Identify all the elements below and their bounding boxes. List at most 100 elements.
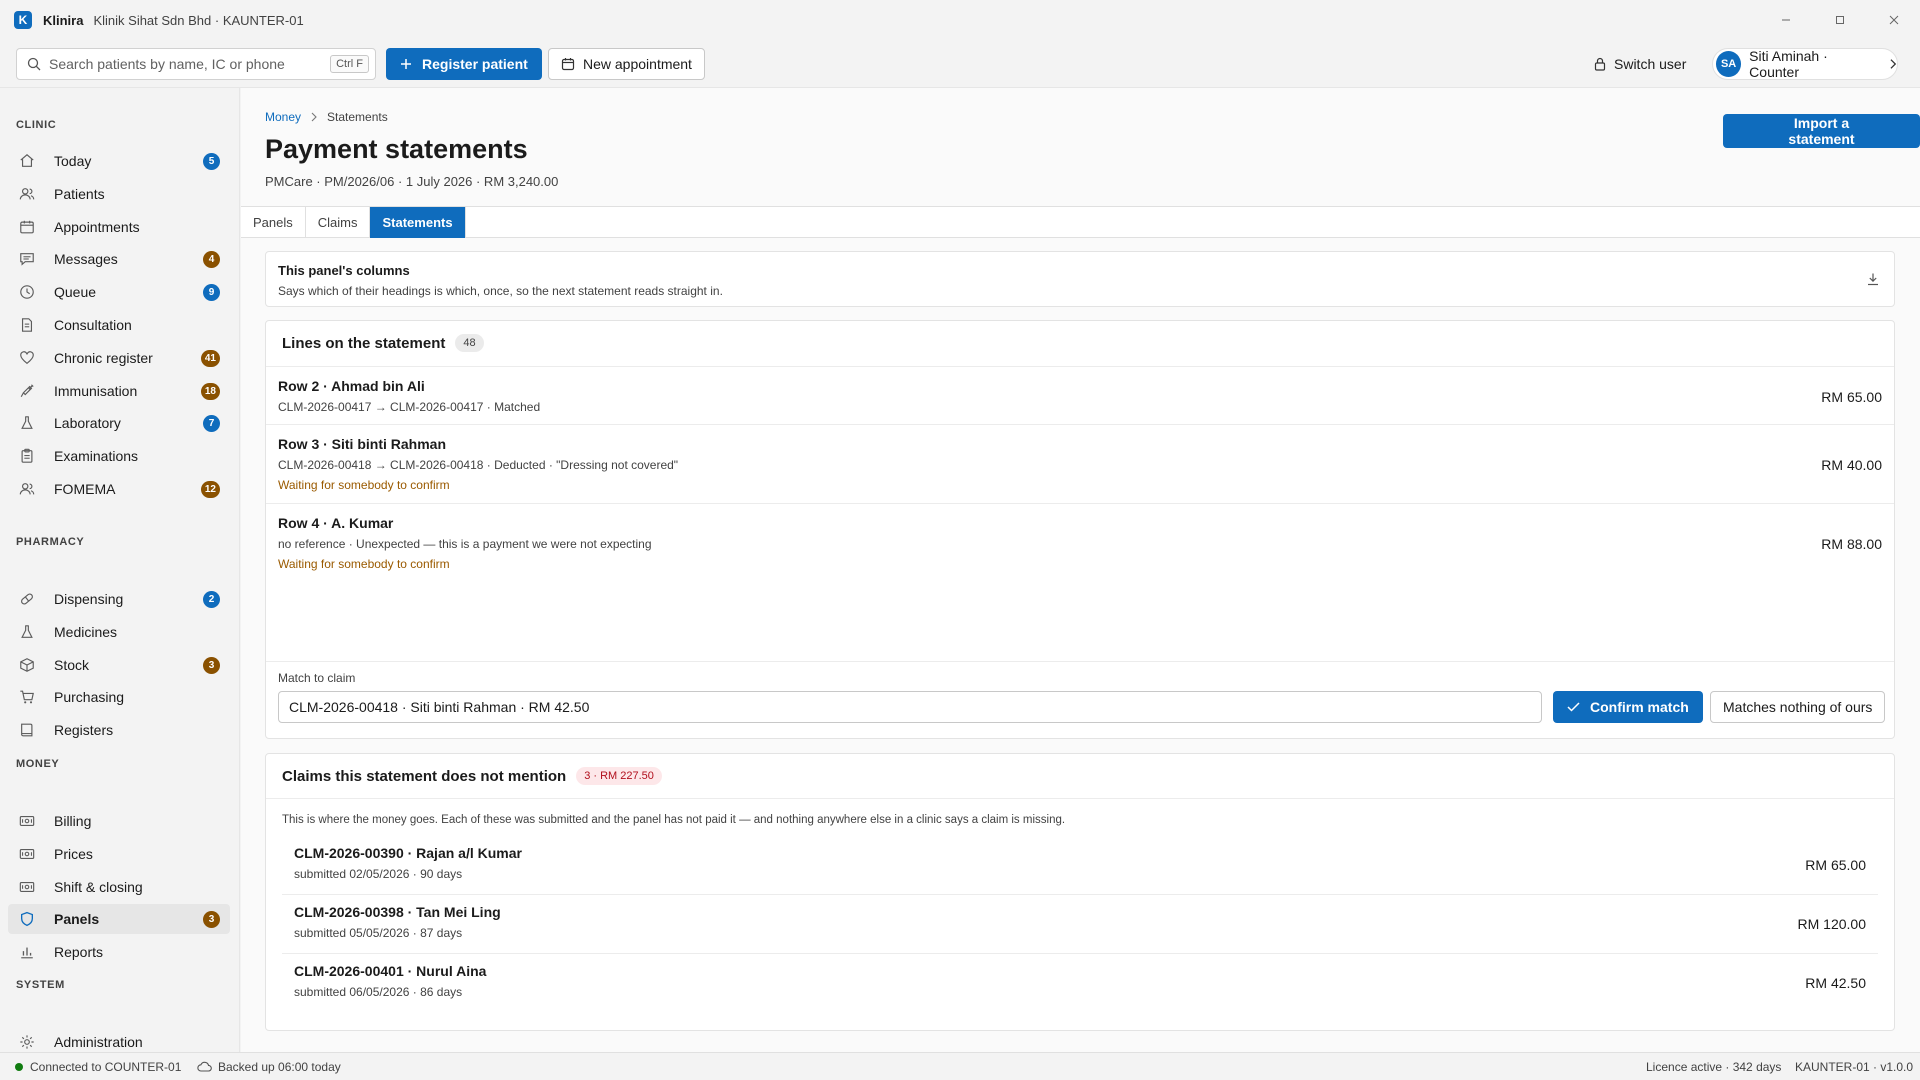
tab-claims[interactable]: Claims xyxy=(306,207,371,238)
document-icon xyxy=(18,316,36,334)
search-input[interactable] xyxy=(49,56,319,72)
missing-claim-row[interactable]: CLM-2026-00398 · Tan Mei Ling submitted … xyxy=(282,895,1878,954)
connection-status: Connected to COUNTER-01 xyxy=(30,1060,182,1074)
statement-line-amount: RM 40.00 xyxy=(1821,457,1882,473)
confirm-match-button[interactable]: Confirm match xyxy=(1553,691,1703,723)
match-to-claim-label: Match to claim xyxy=(278,671,356,685)
missing-claim-row[interactable]: CLM-2026-00401 · Nurul Aina submitted 06… xyxy=(282,954,1878,1013)
count-badge: 18 xyxy=(200,382,220,400)
matches-nothing-button[interactable]: Matches nothing of ours xyxy=(1710,691,1886,723)
statement-lines-count: 48 xyxy=(455,334,484,352)
sidebar-item-examinations[interactable]: Examinations xyxy=(8,441,230,471)
sidebar-item-medicines[interactable]: Medicines xyxy=(8,617,230,647)
breadcrumb-money-link[interactable]: Money xyxy=(265,110,301,124)
statement-line-status: Waiting for somebody to confirm xyxy=(278,557,450,571)
missing-claim-amount: RM 65.00 xyxy=(1805,857,1866,873)
sidebar: CLINIC PHARMACY MONEY SYSTEM Today 5 Patie… xyxy=(0,88,240,1052)
sidebar-item-shift-closing[interactable]: Shift & closing xyxy=(8,872,230,902)
statement-line-row[interactable]: Row 4 · A. Kumar no reference · Unexpect… xyxy=(266,503,1894,582)
sidebar-item-registers[interactable]: Registers xyxy=(8,715,230,745)
divider xyxy=(266,661,1894,662)
top-toolbar: Ctrl F Register patient New appointment … xyxy=(0,40,1920,88)
statement-line-row[interactable]: Row 2 · Ahmad bin Ali CLM-2026-00417 → C… xyxy=(266,366,1894,424)
money-icon xyxy=(18,845,36,863)
new-appointment-button[interactable]: New appointment xyxy=(548,48,705,80)
count-badge: 41 xyxy=(200,349,220,367)
sidebar-item-prices[interactable]: Prices xyxy=(8,839,230,869)
search-shortcut-hint: Ctrl F xyxy=(330,55,369,73)
box-icon xyxy=(18,656,36,674)
patient-search[interactable]: Ctrl F xyxy=(16,48,376,80)
avatar: SA xyxy=(1716,51,1742,77)
statement-line-detail: CLM-2026-00418 → CLM-2026-00418 · Deduct… xyxy=(278,458,679,472)
statement-line-title: Row 4 · A. Kumar xyxy=(278,515,394,531)
tab-panels[interactable]: Panels xyxy=(241,207,306,238)
statement-line-row[interactable]: Row 3 · Siti binti Rahman CLM-2026-00418… xyxy=(266,424,1894,503)
sidebar-item-appointments[interactable]: Appointments xyxy=(8,212,230,242)
flask-icon xyxy=(18,414,36,432)
sidebar-item-patients[interactable]: Patients xyxy=(8,179,230,209)
maximize-icon xyxy=(1836,16,1844,24)
search-icon xyxy=(27,57,41,71)
sidebar-item-stock[interactable]: Stock 3 xyxy=(8,650,230,680)
sidebar-item-label: Immunisation xyxy=(54,382,138,399)
lock-icon xyxy=(1594,57,1606,71)
sidebar-item-label: Registers xyxy=(54,722,114,739)
import-statement-button[interactable]: Import a statement xyxy=(1723,114,1920,148)
minimize-button[interactable] xyxy=(1758,0,1814,40)
maximize-button[interactable] xyxy=(1812,0,1868,40)
statement-line-detail: no reference · Unexpected — this is a pa… xyxy=(278,537,652,551)
sidebar-item-laboratory[interactable]: Laboratory 7 xyxy=(8,408,230,438)
sidebar-item-consultation[interactable]: Consultation xyxy=(8,310,230,340)
money-icon xyxy=(18,812,36,830)
sidebar-item-label: Billing xyxy=(54,813,92,829)
register-patient-button[interactable]: Register patient xyxy=(386,48,542,80)
tab-statements[interactable]: Statements xyxy=(370,207,466,238)
count-badge: 7 xyxy=(203,415,220,433)
match-claim-select[interactable]: CLM-2026-00418 · Siti binti Rahman · RM … xyxy=(278,691,1542,723)
sidebar-item-billing[interactable]: Billing xyxy=(8,806,230,836)
sidebar-item-panels[interactable]: Panels 3 xyxy=(8,904,230,935)
sidebar-item-label: Prices xyxy=(54,845,93,862)
switch-user-button[interactable]: Switch user xyxy=(1594,48,1686,80)
user-menu[interactable]: SA Siti Aminah · Counter xyxy=(1712,48,1898,80)
sidebar-item-purchasing[interactable]: Purchasing xyxy=(8,682,230,712)
nav-heading-clinic: CLINIC xyxy=(16,119,57,131)
sidebar-item-label: Examinations xyxy=(54,448,139,465)
cart-icon xyxy=(18,688,36,706)
count-badge: 5 xyxy=(203,153,220,170)
statement-line-status: Waiting for somebody to confirm xyxy=(278,478,450,492)
sidebar-item-reports[interactable]: Reports xyxy=(8,937,230,967)
missing-claim-title: CLM-2026-00398 · Tan Mei Ling xyxy=(294,904,501,920)
sidebar-item-label: Chronic register xyxy=(54,349,153,366)
close-window-button[interactable] xyxy=(1866,0,1920,40)
panel-columns-card[interactable]: This panel's columns Says which of their… xyxy=(265,251,1895,307)
calendar-icon xyxy=(561,58,575,71)
sidebar-item-fomema[interactable]: FOMEMA 12 xyxy=(8,474,230,504)
statement-line-detail: CLM-2026-00417 → CLM-2026-00417 · Matche… xyxy=(278,400,541,414)
missing-claims-description: This is where the money goes. Each of th… xyxy=(282,814,1066,826)
download-icon xyxy=(1868,273,1878,286)
sidebar-item-today[interactable]: Today 5 xyxy=(8,146,230,176)
chevron-right-icon xyxy=(1890,59,1897,69)
chart-icon xyxy=(18,943,36,961)
missing-claim-amount: RM 120.00 xyxy=(1797,916,1866,932)
sidebar-item-dispensing[interactable]: Dispensing 2 xyxy=(8,584,230,614)
app-logo: K xyxy=(14,11,32,29)
sidebar-item-label: Today xyxy=(54,153,92,169)
sidebar-item-immunisation[interactable]: Immunisation 18 xyxy=(8,376,230,406)
missing-claims-header: Claims this statement does not mention 3… xyxy=(282,764,662,788)
sidebar-item-queue[interactable]: Queue 9 xyxy=(8,277,230,307)
sidebar-item-label: Shift & closing xyxy=(54,878,143,895)
statement-line-title: Row 2 · Ahmad bin Ali xyxy=(278,378,425,394)
sidebar-item-chronic-register[interactable]: Chronic register 41 xyxy=(8,343,230,373)
missing-claim-row[interactable]: CLM-2026-00390 · Rajan a/l Kumar submitt… xyxy=(282,836,1878,895)
sidebar-item-messages[interactable]: Messages 4 xyxy=(8,244,230,274)
sidebar-item-label: Reports xyxy=(54,944,104,961)
missing-claims-badge: 3 · RM 227.50 xyxy=(576,767,662,785)
statement-line-title: Row 3 · Siti binti Rahman xyxy=(278,436,447,452)
syringe-icon xyxy=(18,382,36,400)
download-button[interactable] xyxy=(1866,272,1880,286)
main-content: Money Statements Payment statements PMCa… xyxy=(241,88,1920,1052)
clipboard-icon xyxy=(18,447,36,465)
